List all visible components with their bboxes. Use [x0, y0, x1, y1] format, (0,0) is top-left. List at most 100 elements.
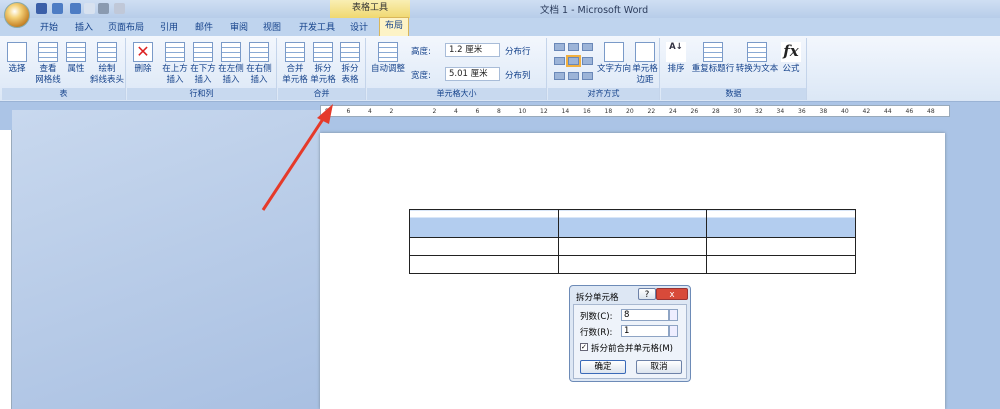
autofit-button[interactable]: 自动调整: [369, 42, 407, 75]
table-cell[interactable]: [706, 237, 856, 256]
view-gridlines-button[interactable]: 查看 网格线: [32, 42, 64, 86]
width-label: 宽度:: [411, 71, 431, 81]
tab-home[interactable]: 开始: [40, 20, 58, 33]
split-table-icon: [340, 42, 360, 62]
vertical-ruler[interactable]: [0, 130, 12, 409]
label: 公式: [782, 64, 800, 74]
table-cell[interactable]: [409, 209, 559, 238]
save-icon[interactable]: [36, 3, 47, 14]
draw-diagonal-header-button[interactable]: 绘制 斜线表头: [88, 42, 126, 86]
table-cell[interactable]: [557, 237, 708, 256]
align-bottom-left-icon[interactable]: [554, 72, 565, 80]
ruler-tick-label: 6: [475, 108, 480, 115]
text-direction-icon: [604, 42, 624, 62]
ok-button[interactable]: 确定: [580, 360, 626, 374]
sort-button[interactable]: A↓ 排序: [665, 42, 687, 75]
tab-references[interactable]: 引用: [160, 20, 178, 33]
tab-developer[interactable]: 开发工具: [299, 20, 335, 33]
split-table-button[interactable]: 拆分 表格: [336, 42, 364, 86]
select-button[interactable]: 选择: [6, 42, 28, 75]
width-input[interactable]: 5.01 厘米: [445, 67, 500, 81]
align-middle-center-icon[interactable]: [566, 55, 581, 67]
label: 排序: [667, 64, 685, 74]
horizontal-ruler[interactable]: 8642246810121416182022242628303234363840…: [320, 105, 950, 117]
distribute-rows-button[interactable]: 分布行: [505, 45, 531, 57]
print-preview-icon[interactable]: [84, 3, 95, 14]
ruler-tick-label: 10: [518, 108, 527, 115]
insert-below-button[interactable]: 在下方 插入: [189, 42, 217, 86]
height-input[interactable]: 1.2 厘米: [445, 43, 500, 57]
align-bottom-right-icon[interactable]: [582, 72, 593, 80]
undo-icon[interactable]: [52, 3, 63, 14]
rows-spinner[interactable]: [669, 325, 678, 337]
repeat-header-button[interactable]: 重复标题行: [691, 42, 735, 75]
delete-button[interactable]: ✕ 删除: [130, 42, 156, 75]
table-cell[interactable]: [557, 209, 708, 238]
convert-to-text-button[interactable]: 转换为文本: [735, 42, 779, 75]
draw-table-icon[interactable]: [114, 3, 125, 14]
merge-before-split-checkbox[interactable]: ✓: [580, 343, 588, 351]
tab-page-layout[interactable]: 页面布局: [108, 20, 144, 33]
align-middle-right-icon[interactable]: [582, 57, 593, 65]
align-top-left-icon[interactable]: [554, 43, 565, 51]
split-cells-button[interactable]: 拆分 单元格: [308, 42, 338, 86]
tab-design[interactable]: 设计: [350, 20, 368, 33]
align-bottom-center-icon[interactable]: [568, 72, 579, 80]
table-cell[interactable]: [409, 237, 559, 256]
table-cell[interactable]: [706, 255, 856, 274]
ruler-tick-label: 18: [604, 108, 613, 115]
group-data: A↓ 排序 重复标题行 转换为文本 fx 公式 数据: [661, 38, 807, 100]
tab-insert[interactable]: 插入: [75, 20, 93, 33]
insert-above-button[interactable]: 在上方 插入: [161, 42, 189, 86]
align-top-right-icon[interactable]: [582, 43, 593, 51]
office-button[interactable]: [4, 2, 30, 28]
cols-spinner[interactable]: [669, 309, 678, 321]
rows-input[interactable]: 1: [621, 325, 669, 337]
table-row: [409, 237, 856, 256]
merge-cells-button[interactable]: 合并 单元格: [280, 42, 310, 86]
tab-mailings[interactable]: 邮件: [195, 20, 213, 33]
ruler-tick-label: 38: [819, 108, 828, 115]
table-tools-label: 表格工具: [330, 0, 410, 18]
document-table[interactable]: [409, 209, 856, 274]
cols-label: 列数(C):: [580, 312, 613, 322]
autofit-icon: [378, 42, 398, 62]
align-top-center-icon[interactable]: [568, 43, 579, 51]
cell-margins-button[interactable]: 单元格 边距: [630, 42, 660, 86]
tab-view[interactable]: 视图: [263, 20, 281, 33]
formula-icon: fx: [781, 42, 801, 62]
cols-input[interactable]: 8: [621, 309, 669, 321]
merge-cells-icon: [285, 42, 305, 62]
text-direction-button[interactable]: 文字方向: [596, 42, 632, 75]
tab-layout[interactable]: 布局: [379, 17, 409, 36]
table-cell[interactable]: [706, 209, 856, 238]
distribute-cols-button[interactable]: 分布列: [505, 69, 531, 81]
group-rows-cols: ✕ 删除 在上方 插入 在下方 插入 在左侧 插入 在右侧 插入 行和列: [127, 38, 277, 100]
height-label: 高度:: [411, 47, 431, 57]
label: 查看 网格线: [35, 64, 61, 85]
ruler-tick-label: 14: [561, 108, 570, 115]
help-button[interactable]: ?: [638, 288, 656, 300]
quick-print-icon[interactable]: [98, 3, 109, 14]
insert-left-icon: [221, 42, 241, 62]
rows-label: 行数(R):: [580, 328, 613, 338]
redo-icon[interactable]: [70, 3, 81, 14]
red-arrow-annotation: [261, 104, 333, 211]
label: 文字方向: [596, 64, 631, 74]
close-button[interactable]: x: [656, 288, 688, 300]
ruler-tick-label: 4: [368, 108, 372, 115]
label: 在下方 插入: [190, 64, 216, 85]
formula-button[interactable]: fx 公式: [779, 42, 803, 75]
properties-button[interactable]: 属性: [64, 42, 88, 75]
tab-review[interactable]: 审阅: [230, 20, 248, 33]
table-cell[interactable]: [557, 255, 708, 274]
align-middle-left-icon[interactable]: [554, 57, 565, 65]
arrow-shaft: [261, 115, 327, 211]
table-cell[interactable]: [409, 255, 559, 274]
insert-left-button[interactable]: 在左侧 插入: [217, 42, 245, 86]
ruler-tick-label: 24: [669, 108, 677, 115]
ruler-tick-label: 22: [647, 108, 656, 115]
cancel-button[interactable]: 取消: [636, 360, 682, 374]
insert-right-button[interactable]: 在右侧 插入: [245, 42, 273, 86]
label: 重复标题行: [691, 64, 735, 74]
